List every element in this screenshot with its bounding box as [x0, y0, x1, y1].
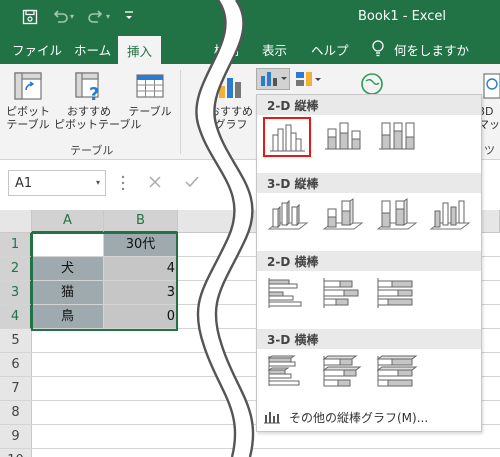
window-title: Book1 - Excel — [358, 9, 447, 24]
maps-chart-button[interactable] — [360, 72, 386, 96]
cell-b1[interactable]: 30代 — [104, 233, 178, 257]
section-3d-column: 3-D 縦棒 — [257, 173, 481, 193]
row-header-10[interactable]: 10 — [0, 449, 32, 457]
clustered-bar-icon[interactable] — [265, 275, 313, 315]
100-stacked-bar-icon[interactable] — [374, 275, 422, 315]
pivot-table-icon — [14, 72, 42, 100]
row-header-8[interactable]: 8 — [0, 401, 32, 425]
formula-bar-grip-icon[interactable] — [120, 174, 126, 192]
table-label: テーブル — [128, 105, 172, 118]
recommended-charts-icon — [219, 78, 241, 98]
column-header-b[interactable]: B — [104, 210, 178, 233]
tab-view[interactable]: 表示 — [262, 40, 287, 59]
row-header-1[interactable]: 1 — [0, 233, 32, 257]
select-all-corner[interactable] — [0, 210, 32, 233]
ribbon-separator — [180, 70, 181, 154]
recommended-pivot-button[interactable]: ? おすすめ ピボットテーブル — [54, 70, 142, 131]
hierarchy-chart-button[interactable] — [294, 70, 322, 88]
tab-insert[interactable]: 挿入 — [118, 36, 162, 64]
row-header-9[interactable]: 9 — [0, 425, 32, 449]
cell-b4[interactable]: 0 — [104, 305, 178, 329]
column-chart-dropdown: 2-D 縦棒 3-D 縦棒 2-D 横棒 3-D 横棒 その他の縦棒グラフ(M)… — [256, 94, 482, 432]
lightbulb-icon — [372, 40, 384, 57]
row-header-3[interactable]: 3 — [0, 281, 32, 305]
row-header-5[interactable]: 5 — [0, 329, 32, 353]
undo-icon[interactable] — [52, 9, 68, 25]
3d-column-icon[interactable] — [427, 195, 475, 235]
pivot-table-label-1: ピボット — [6, 105, 50, 118]
row-header-7[interactable]: 7 — [0, 377, 32, 401]
section-2d-column: 2-D 縦棒 — [257, 95, 481, 115]
more-column-charts-label: その他の縦棒グラフ(M)... — [289, 411, 429, 425]
3d-stacked-bar-icon[interactable] — [320, 353, 368, 393]
recommended-pivot-label-2: ピボットテーブル — [54, 118, 142, 131]
section-3d-bar: 3-D 横棒 — [257, 329, 481, 349]
table-icon — [136, 74, 164, 98]
3d-100-stacked-bar-icon[interactable] — [374, 353, 422, 393]
cell-b2[interactable]: 4 — [104, 257, 178, 281]
3d-clustered-bar-icon[interactable] — [265, 353, 313, 393]
redo-icon[interactable] — [88, 9, 104, 25]
more-column-charts-link[interactable]: その他の縦棒グラフ(M)... — [261, 407, 477, 427]
close-icon[interactable] — [148, 175, 162, 189]
name-box-dropdown-icon[interactable]: ▾ — [96, 178, 100, 187]
ribbon-tabs: ファイル ホーム 挿入 校閲 表示 ヘルプ 何をしますか — [0, 34, 500, 64]
cell-a4[interactable]: 鳥 — [32, 305, 104, 329]
redo-dropdown-icon[interactable]: ▾ — [106, 12, 110, 21]
3d-clustered-column-icon[interactable] — [265, 195, 313, 235]
3d-100-stacked-column-icon[interactable] — [374, 195, 422, 235]
clustered-column-icon[interactable] — [263, 117, 311, 157]
pivot-table-button[interactable]: ピボット テーブル — [6, 70, 50, 131]
save-icon[interactable] — [22, 9, 38, 25]
pivot-table-label-2: テーブル — [6, 118, 50, 131]
recommended-pivot-label-1: おすすめ — [67, 105, 111, 118]
100-stacked-column-icon[interactable] — [374, 117, 422, 157]
tab-help[interactable]: ヘルプ — [311, 40, 349, 59]
tell-me-search[interactable]: 何をしますか — [394, 40, 469, 59]
qat-more-icon[interactable] — [124, 8, 134, 24]
name-box[interactable]: A1 ▾ — [8, 170, 106, 196]
stacked-bar-icon[interactable] — [320, 275, 368, 315]
section-title: 2-D 横棒 — [267, 255, 319, 269]
column-header-a[interactable]: A — [32, 210, 104, 233]
row-header-6[interactable]: 6 — [0, 353, 32, 377]
more-column-charts-icon — [264, 412, 280, 424]
stacked-column-icon[interactable] — [320, 117, 368, 157]
cell-b3[interactable]: 3 — [104, 281, 178, 305]
recommended-pivot-icon: ? — [75, 72, 99, 102]
tab-home[interactable]: ホーム — [74, 40, 111, 59]
cell-a3[interactable]: 猫 — [32, 281, 104, 305]
title-bar: ▾ ▾ Book1 - Excel — [0, 0, 500, 34]
undo-dropdown-icon[interactable]: ▾ — [70, 12, 74, 21]
row-header-2[interactable]: 2 — [0, 257, 32, 281]
check-icon[interactable] — [184, 175, 200, 189]
tab-file[interactable]: ファイル — [12, 40, 62, 59]
section-title: 2-D 縦棒 — [267, 99, 319, 113]
recommended-charts-label-1: おすすめ — [209, 105, 253, 118]
recommended-charts-label-2: グラフ — [214, 118, 248, 131]
name-box-value: A1 — [15, 176, 33, 191]
3d-stacked-column-icon[interactable] — [320, 195, 368, 235]
column-chart-button[interactable] — [256, 68, 290, 90]
group-label-table: テーブル — [70, 144, 114, 157]
section-title: 3-D 横棒 — [267, 333, 319, 347]
table-button[interactable]: テーブル — [128, 70, 172, 118]
tab-review[interactable]: 校閲 — [214, 40, 239, 59]
svg-text:?: ? — [89, 84, 99, 102]
section-2d-bar: 2-D 横棒 — [257, 251, 481, 271]
recommended-charts-button[interactable]: おすすめ グラフ — [206, 70, 256, 131]
cell-a1[interactable] — [32, 233, 104, 257]
section-title: 3-D 縦棒 — [267, 177, 319, 191]
row-header-4[interactable]: 4 — [0, 305, 32, 329]
cell-a2[interactable]: 犬 — [32, 257, 104, 281]
